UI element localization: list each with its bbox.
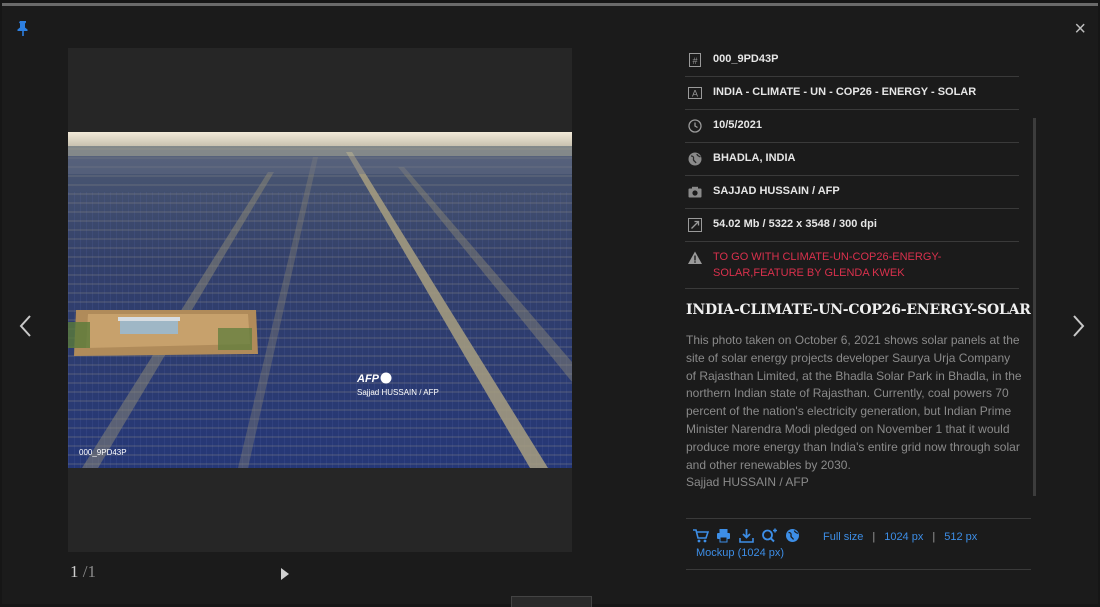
link-separator: | [932, 531, 936, 543]
caption-credit: Sajjad HUSSAIN / AFP [686, 475, 809, 489]
close-button[interactable]: × [1074, 19, 1086, 39]
size-512-link[interactable]: 512 px [944, 531, 977, 543]
zoom-in-icon[interactable] [761, 528, 778, 543]
metadata-panel: # 000_9PD43P A INDIA - CLIMATE - UN - CO… [685, 44, 1019, 289]
meta-row-warning: TO GO WITH CLIMATE-UN-COP26-ENERGY-SOLAR… [685, 242, 1019, 289]
chevron-right-icon[interactable] [1070, 311, 1086, 341]
action-bar: Full size | 1024 px | 512 px Mockup (1024 px… [686, 518, 1031, 570]
chevron-left-icon[interactable] [18, 311, 34, 341]
link-separator: | [872, 531, 876, 543]
meta-row-title: A INDIA - CLIMATE - UN - COP26 - ENERGY … [685, 77, 1019, 110]
meta-row-photographer: SAJJAD HUSSAIN / AFP [685, 176, 1019, 209]
globe-icon[interactable] [784, 528, 801, 543]
mockup-link[interactable]: Mockup (1024 px) [696, 547, 784, 559]
full-size-link[interactable]: Full size [823, 531, 863, 543]
clock-icon [688, 119, 702, 133]
meta-file-size: 54.02 Mb / 5322 x 3548 / 300 dpi [713, 218, 877, 230]
solar-park-photo[interactable]: AFP Sajjad HUSSAIN / AFP 000_9PD43P [68, 132, 572, 468]
size-1024-link[interactable]: 1024 px [884, 531, 923, 543]
meta-photo-id: 000_9PD43P [713, 53, 779, 65]
cart-icon[interactable] [692, 528, 709, 543]
meta-location: BHADLA, INDIA [713, 152, 796, 164]
warning-icon [688, 251, 702, 264]
resize-icon [688, 218, 702, 232]
caption-scrollbar[interactable] [1033, 118, 1036, 496]
id-icon: # [689, 53, 701, 67]
action-icons [692, 528, 801, 543]
page-counter: 1 /1 [70, 562, 96, 582]
meta-title: INDIA - CLIMATE - UN - COP26 - ENERGY - … [713, 86, 977, 98]
title-icon: A [688, 87, 702, 99]
meta-row-size: 54.02 Mb / 5322 x 3548 / 300 dpi [685, 209, 1019, 242]
image-viewer: AFP Sajjad HUSSAIN / AFP 000_9PD43P [68, 48, 572, 552]
meta-row-id: # 000_9PD43P [685, 44, 1019, 77]
photo-id-overlay: 000_9PD43P [79, 448, 127, 457]
lightbox-frame: × AFP Sajjad HUSSAIN / AFP 000_9PD43P 1 … [2, 3, 1098, 604]
pin-icon[interactable] [16, 20, 30, 36]
globe-icon [688, 152, 702, 166]
caption-description: This photo taken on October 6, 2021 show… [686, 333, 1022, 472]
meta-date: 10/5/2021 [713, 119, 762, 131]
camera-icon [688, 186, 702, 198]
bottom-drawer-handle[interactable] [511, 596, 592, 607]
download-icon[interactable] [738, 528, 755, 543]
meta-photographer: SAJJAD HUSSAIN / AFP [713, 185, 840, 197]
svg-text:#: # [692, 56, 697, 66]
page-current: 1 [70, 562, 79, 581]
play-icon[interactable] [280, 567, 290, 581]
meta-warning-note: TO GO WITH CLIMATE-UN-COP26-ENERGY-SOLAR… [713, 251, 942, 279]
svg-text:A: A [692, 89, 698, 99]
watermark-credit: Sajjad HUSSAIN / AFP [357, 388, 439, 397]
size-links: Full size | 1024 px | 512 px [823, 531, 977, 543]
page-total: /1 [82, 562, 96, 581]
afp-watermark-logo: AFP [356, 373, 380, 385]
meta-row-date: 10/5/2021 [685, 110, 1019, 143]
caption-headline: INDIA-CLIMATE-UN-COP26-ENERGY-SOLAR [686, 302, 1031, 318]
meta-row-location: BHADLA, INDIA [685, 143, 1019, 176]
print-icon[interactable] [715, 528, 732, 543]
solar-panels-image: AFP Sajjad HUSSAIN / AFP 000_9PD43P [68, 132, 572, 468]
